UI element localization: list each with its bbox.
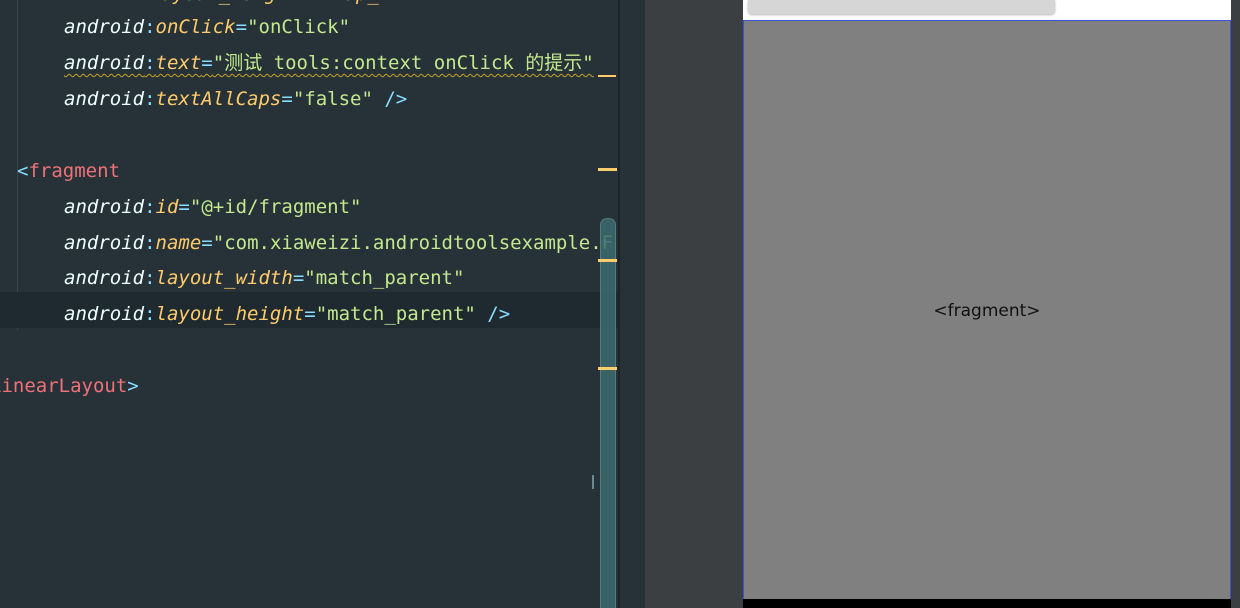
text-cursor [592, 475, 594, 489]
attribute-name: layout_width [155, 267, 293, 289]
scroll-marker[interactable] [598, 367, 617, 370]
tag-name: LinearLayout [0, 375, 128, 397]
attribute-value: "@+id/fragment" [189, 196, 362, 218]
warning-marker [598, 56, 616, 77]
attribute-name: textAllCaps [155, 88, 282, 110]
code-line-textallcaps[interactable]: android:textAllCaps="false" /> [64, 81, 407, 117]
namespace: android [64, 88, 145, 110]
code-line-linearlayout-close[interactable]: LinearLayout> [0, 368, 139, 404]
code-line-layout-width[interactable]: android:layout_width="match_parent" [64, 260, 464, 296]
attribute-name: name [155, 232, 202, 254]
attribute-name: onClick [155, 16, 236, 38]
fragment-label: <fragment> [933, 301, 1041, 321]
attribute-name: layout_height [155, 303, 305, 325]
tag-close: /> [372, 88, 408, 110]
namespace: android [64, 52, 145, 74]
preview-button[interactable] [748, 0, 1055, 14]
tag-close-bracket: > [127, 375, 139, 397]
scroll-marker[interactable] [598, 168, 617, 171]
code-line-onclick[interactable]: android:onClick="onClick" [64, 9, 350, 45]
attribute-value: "onClick" [247, 16, 351, 38]
namespace: android [64, 232, 145, 254]
attribute-value: "false" [292, 88, 373, 110]
tag-open-bracket: < [17, 160, 29, 182]
preview-gutter [620, 0, 645, 608]
scroll-marker[interactable] [598, 259, 617, 262]
code-line-text[interactable]: android:text="测试 tools:context onClick 的… [64, 45, 594, 81]
namespace: android [64, 303, 145, 325]
namespace: android [64, 267, 145, 289]
device-screen-bottom [743, 599, 1231, 608]
attribute-name: text [155, 52, 202, 74]
code-line-fragment-tag[interactable]: <fragment [17, 153, 120, 189]
namespace: android [64, 16, 145, 38]
code-line-layout-height[interactable]: android:layout_height="match_parent" /> [64, 296, 510, 332]
code-line-name[interactable]: android:name="com.xiaweizi.androidtoolse… [64, 225, 613, 261]
attribute-value: "测试 tools:context onClick 的提示" [212, 52, 594, 74]
attribute-value: "match_parent" [315, 303, 476, 325]
attribute-value: "match_parent" [304, 267, 465, 289]
attribute-name: id [155, 196, 179, 218]
namespace: android [64, 196, 145, 218]
tag-close: /> [475, 303, 511, 325]
code-line-id[interactable]: android:id="@+id/fragment" [64, 189, 361, 225]
tag-name: fragment [28, 160, 120, 182]
scrollbar[interactable] [600, 218, 616, 608]
attribute-value: "com.xiaweizi.androidtoolsexample.F [212, 232, 614, 254]
code-editor[interactable]: layout_height="wrap_ android:onClick="on… [0, 0, 618, 608]
fragment-preview[interactable]: <fragment> [743, 20, 1231, 600]
